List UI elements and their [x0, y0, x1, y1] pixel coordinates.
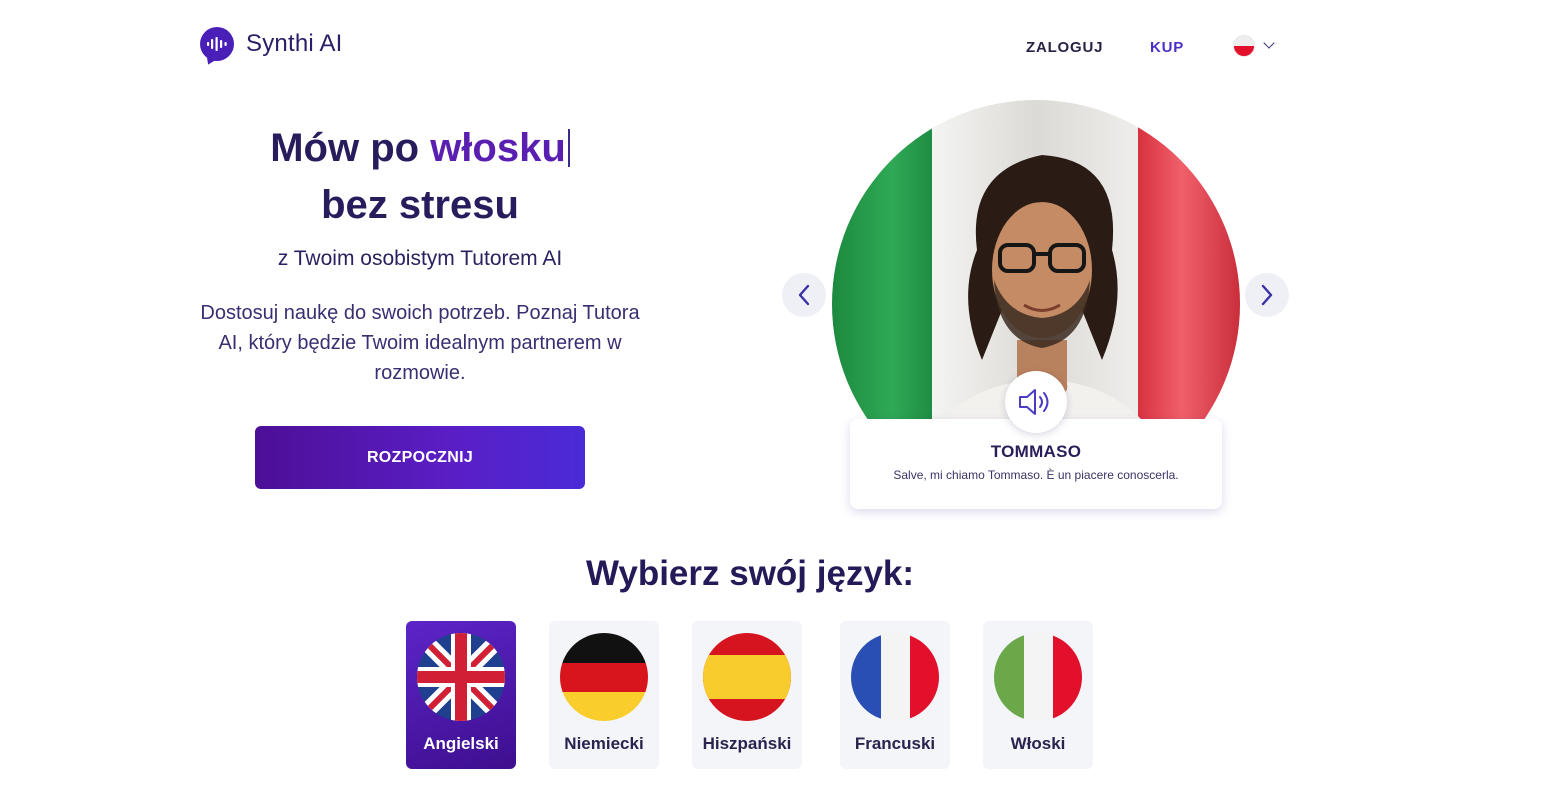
language-label: Angielski: [423, 734, 499, 753]
previous-tutor-button[interactable]: [782, 273, 826, 317]
spain-flag-icon: [703, 633, 791, 721]
uk-flag-icon: [417, 633, 505, 721]
language-option-french[interactable]: Francuski: [840, 621, 950, 769]
chevron-right-icon: [1261, 284, 1273, 306]
france-flag-icon: [851, 633, 939, 721]
tutor-name: TOMMASO: [990, 442, 1082, 461]
chevron-down-icon: [1263, 37, 1275, 49]
language-option-english[interactable]: Angielski: [406, 621, 516, 769]
tutor-greeting: Salve, mi chiamo Tommaso. È un piacere c…: [893, 468, 1179, 482]
language-option-spanish[interactable]: Hiszpański: [692, 621, 802, 769]
language-option-italian[interactable]: Włoski: [983, 621, 1093, 769]
next-tutor-button[interactable]: [1245, 273, 1289, 317]
hero-description: Dostosuj naukę do swoich potrzeb. Poznaj…: [200, 302, 640, 384]
start-button[interactable]: ROZPOCZNIJ: [255, 426, 585, 489]
language-label: Niemiecki: [564, 734, 644, 753]
play-greeting-button[interactable]: [1005, 371, 1067, 433]
hero-title-prefix: Mów po: [270, 126, 431, 170]
language-label: Włoski: [1010, 734, 1066, 753]
hero-title-highlight: włosku: [430, 126, 566, 170]
hero-title: Mów po włosku: [140, 126, 700, 171]
hero-subtitle: z Twoim osobistym Tutorem AI: [277, 247, 563, 270]
brand-logo[interactable]: Synthi AI: [200, 27, 343, 61]
choose-language-title: Wybierz swój język:: [585, 554, 915, 593]
language-label: Hiszpański: [702, 734, 792, 753]
ui-language-dropdown[interactable]: [1233, 35, 1275, 57]
hero-title-line2: bez stresu: [321, 183, 519, 227]
login-link[interactable]: ZALOGUJ: [1026, 39, 1103, 56]
italy-flag-icon: [994, 633, 1082, 721]
chevron-left-icon: [798, 284, 810, 306]
language-label: Francuski: [854, 734, 936, 753]
language-option-german[interactable]: Niemiecki: [549, 621, 659, 769]
buy-link[interactable]: KUP: [1150, 39, 1184, 56]
speaker-icon: [1019, 389, 1049, 415]
germany-flag-icon: [560, 633, 648, 721]
poland-flag-icon: [1233, 35, 1255, 57]
sound-wave-logo-icon: [200, 27, 234, 61]
brand-name: Synthi AI: [246, 30, 343, 57]
typing-caret: [567, 129, 570, 167]
